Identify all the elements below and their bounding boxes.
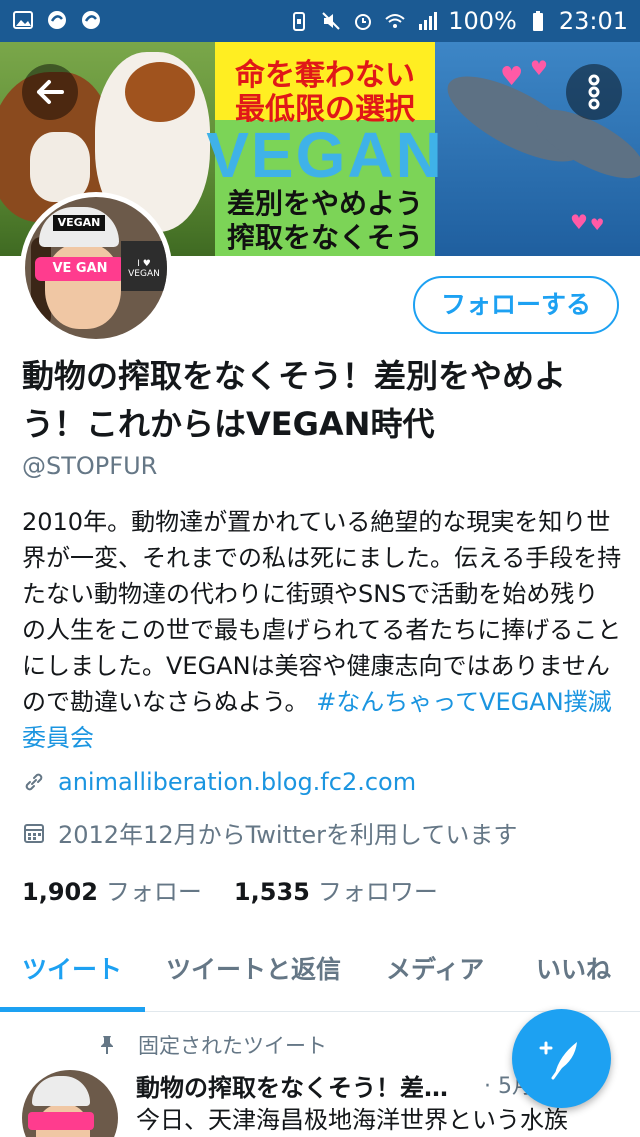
pin-icon: [101, 1036, 113, 1054]
profile-joined-row: 2012年12月からTwitterを利用しています: [22, 815, 517, 850]
poster-vegan: VEGAN: [206, 119, 444, 191]
tweet-text[interactable]: 今日、天津海昌极地海洋世界という水族: [136, 1100, 568, 1135]
back-button[interactable]: [22, 64, 78, 120]
pinned-tweet-header: 固定されたツイート: [96, 1030, 327, 1060]
tweet-avatar[interactable]: [22, 1070, 118, 1137]
clock: 23:01: [558, 7, 628, 35]
more-options-button[interactable]: [566, 64, 622, 120]
battery-icon: [532, 11, 543, 31]
signal-icon: [419, 12, 438, 30]
followers-count: 1,535: [233, 878, 310, 906]
profile-link-row: animalliberation.blog.fc2.com: [22, 768, 416, 796]
avatar-screen-label: I ♥ VEGAN: [121, 241, 167, 291]
bio-text: 2010年。動物達が置かれている絶望的な現実を知り世界が一変、それまでの私は死に…: [22, 508, 622, 716]
profile-handle: @STOPFUR: [22, 452, 158, 480]
calendar-icon: [24, 823, 44, 843]
following-label: フォロー: [105, 878, 202, 906]
wifi-icon: [385, 14, 405, 28]
app-notification-icon-2: [82, 11, 100, 29]
tab-tweets[interactable]: ツイート: [22, 938, 122, 1012]
battery-saver-icon: [293, 12, 306, 31]
joined-date: 2012年12月からTwitterを利用しています: [58, 821, 518, 849]
status-bar: 100% 23:01: [0, 0, 640, 42]
arrow-left-icon: [37, 80, 64, 104]
link-icon: [25, 773, 43, 791]
compose-tweet-icon: [539, 1041, 577, 1080]
gallery-icon: [13, 11, 33, 29]
follow-button[interactable]: フォローする: [413, 276, 619, 334]
profile-website-link[interactable]: animalliberation.blog.fc2.com: [58, 768, 416, 796]
tweet-author-name: 動物の搾取をなくそう！差…: [136, 1074, 448, 1102]
profile-bio: 2010年。動物達が置かれている絶望的な現実を知り世界が一変、それまでの私は死に…: [22, 504, 622, 756]
following-count: 1,902: [22, 878, 98, 906]
profile-name: 動物の搾取をなくそう！差別をやめよう！これからはVEGAN時代: [22, 357, 567, 443]
tab-media[interactable]: メディア: [386, 938, 484, 1012]
followers-stat[interactable]: 1,535 フォロワー: [234, 872, 438, 907]
tab-tweets-and-replies[interactable]: ツイートと返信: [166, 938, 341, 1012]
app-notification-icon: [48, 11, 66, 29]
banner-poster: 命を奪わない 最低限の選択 VEGAN 差別をやめよう 搾取をなくそう: [206, 42, 442, 256]
profile-avatar[interactable]: VEGAN VE GAN I ♥ VEGAN: [20, 192, 172, 344]
profile-stats: 1,902 フォロー 1,535 フォロワー: [22, 872, 438, 907]
tab-likes[interactable]: いいね: [536, 938, 611, 1012]
status-right: 100% 23:01: [288, 7, 628, 35]
notification-icons: [12, 9, 102, 31]
followers-label: フォロワー: [317, 878, 438, 906]
following-stat[interactable]: 1,902 フォロー: [22, 872, 202, 907]
avatar-glasses-label: VE GAN: [35, 257, 125, 281]
battery-level: 100%: [448, 7, 517, 35]
active-tab-indicator: [0, 1007, 145, 1012]
poster-line-5: 搾取をなくそう: [226, 221, 423, 254]
compose-tweet-button[interactable]: [512, 1009, 611, 1108]
alarm-icon: [355, 14, 372, 30]
avatar-hat-label: VEGAN: [53, 215, 105, 231]
pinned-label: 固定されたツイート: [138, 1034, 327, 1058]
profile-tabs: ツイート ツイートと返信 メディア いいね: [0, 938, 640, 1012]
mute-icon: [322, 12, 340, 30]
more-vertical-icon: [588, 74, 600, 110]
